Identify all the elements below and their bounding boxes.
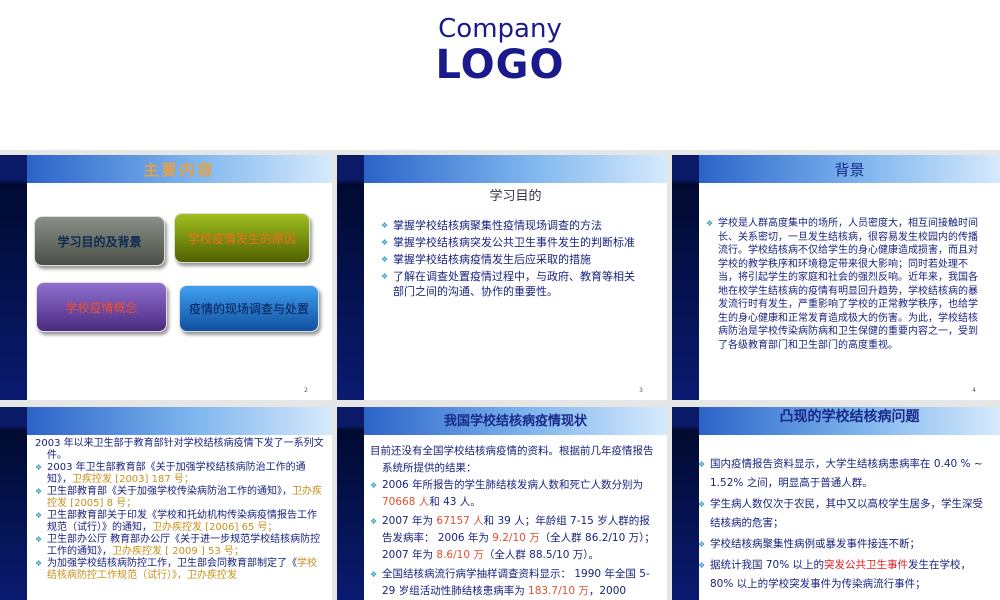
slide-body: 2003 年以来卫生部于教育部针对学校结核病疫情下发了一系列文件。 2003 年… xyxy=(35,438,326,582)
bullet-item: 2006 年所报告的学生肺结核发病人数和死亡人数分别为 70668 人和 43 … xyxy=(370,477,655,511)
slide-header xyxy=(364,155,667,183)
slide-thumbnail-3[interactable]: 学习目的 掌握学校结核病聚集性疫情现场调查的方法 掌握学校结核病突发公共卫生事件… xyxy=(337,155,667,400)
bullet-item: 2007 年为 67157 人和 39 人；年龄组 7-15 岁人群的报告发病率… xyxy=(370,513,655,564)
slide-title: 主要内容 xyxy=(27,155,332,185)
slide-number: 3 xyxy=(639,387,643,394)
bullet-item: 学校结核病聚集性病例或暴发事件接连不断； xyxy=(698,535,984,554)
slide-side-bar xyxy=(0,155,27,400)
bullet-list: 2006 年所报告的学生肺结核发病人数和死亡人数分别为 70668 人和 43 … xyxy=(370,477,655,600)
bullet-item: 国内疫情报告资料显示，大学生结核病患病率在 0.40 % ~ 1.52% 之间，… xyxy=(698,455,984,493)
slide-title: 我国学校结核病疫情现状 xyxy=(364,407,667,437)
bullet-item: 学校是人群高度集中的场所，人员密度大，相互间接触时间长、关系密切，一旦发生结核病… xyxy=(706,217,986,352)
slide-side-bar xyxy=(0,407,27,600)
slide-side-bar xyxy=(672,407,699,600)
intro-text: 目前还没有全国学校结核病疫情的资料。根据前几年疫情报告系统所提供的结果： xyxy=(370,443,655,477)
slide-thumbnail-6[interactable]: 我国学校结核病疫情现状 目前还没有全国学校结核病疫情的资料。根据前几年疫情报告系… xyxy=(337,407,667,600)
bullet-item: 掌握学校结核病疫情发生后应采取的措施 xyxy=(381,252,637,267)
slide-side-bar xyxy=(337,407,364,600)
slide-body: 目前还没有全国学校结核病疫情的资料。根据前几年疫情报告系统所提供的结果： 200… xyxy=(370,443,655,600)
slide-title: 凸现的学校结核病问题 xyxy=(699,407,1000,427)
content-box: 学校疫情发生的原因 xyxy=(174,213,310,263)
bullet-item: 卫生部教育部《关于加强学校传染病防治工作的通知》，卫办疾控发 [2005] 8 … xyxy=(35,486,326,510)
slide-thumbnail-5[interactable]: 2003 年以来卫生部于教育部针对学校结核病疫情下发了一系列文件。 2003 年… xyxy=(0,407,332,600)
bullet-list: 学校是人群高度集中的场所，人员密度大，相互间接触时间长、关系密切，一旦发生结核病… xyxy=(706,217,986,354)
slide-thumbnail-7[interactable]: 凸现的学校结核病问题 国内疫情报告资料显示，大学生结核病患病率在 0.40 % … xyxy=(672,407,1000,600)
bullet-item: 为加强学校结核病防控工作，卫生部会同教育部制定了《学校结核病防控工作规范（试行）… xyxy=(35,558,326,582)
title-slide[interactable]: Company LOGO xyxy=(0,0,1000,150)
slide-header: 背景 xyxy=(699,155,1000,183)
bullet-list: 2003 年卫生部教育部《关于加强学校结核病防治工作的通知》，卫疾控发 [200… xyxy=(35,462,326,582)
bullet-list: 国内疫情报告资料显示，大学生结核病患病率在 0.40 % ~ 1.52% 之间，… xyxy=(698,455,984,596)
bullet-item: 卫生部办公厅 教育部办公厅《关于进一步规范学校结核病防控工作的通知》，卫办疾控发… xyxy=(35,534,326,558)
intro-text: 2003 年以来卫生部于教育部针对学校结核病疫情下发了一系列文件。 xyxy=(35,438,326,462)
logo-text: LOGO xyxy=(0,42,1000,88)
bullet-item: 据统计我国 70% 以上的突发公共卫生事件发生在学校，80% 以上的学校突发事件… xyxy=(698,556,984,594)
content-box: 疫情的现场调查与处置 xyxy=(179,285,319,332)
slide-header: 主要内容 xyxy=(27,155,332,183)
slide-thumbnail-4[interactable]: 背景 学校是人群高度集中的场所，人员密度大，相互间接触时间长、关系密切，一旦发生… xyxy=(672,155,1000,400)
bullet-item: 卫生部教育部关于印发《学校和托幼机构传染病疫情报告工作规范（试行）》的通知，卫办… xyxy=(35,510,326,534)
slide-header: 我国学校结核病疫情现状 xyxy=(364,407,667,435)
content-box: 学校疫情概念 xyxy=(36,282,167,332)
slide-thumbnail-2[interactable]: 主要内容 学习目的及背景 学校疫情发生的原因 学校疫情概念 疫情的现场调查与处置… xyxy=(0,155,332,400)
bullet-item: 掌握学校结核病突发公共卫生事件发生的判断标准 xyxy=(381,235,637,250)
slide-side-bar xyxy=(672,155,699,400)
bullet-list: 掌握学校结核病聚集性疫情现场调查的方法 掌握学校结核病突发公共卫生事件发生的判断… xyxy=(381,218,637,301)
slide-subtitle: 学习目的 xyxy=(364,185,667,204)
content-box: 学习目的及背景 xyxy=(34,216,165,266)
slide-title: 背景 xyxy=(699,155,1000,185)
bullet-item: 了解在调查处置疫情过程中，与政府、教育等相关部门之间的沟通、协作的重要性。 xyxy=(381,269,637,299)
slide-side-bar xyxy=(337,155,364,400)
slide-number: 4 xyxy=(972,387,976,394)
bullet-item: 全国结核病流行病学抽样调查资料显示： 1990 年全国 5-29 岁组活动性肺结… xyxy=(370,566,655,600)
slide-sorter: 主要内容 学习目的及背景 学校疫情发生的原因 学校疫情概念 疫情的现场调查与处置… xyxy=(0,150,1000,600)
slide-number: 2 xyxy=(304,387,308,394)
bullet-item: 2003 年卫生部教育部《关于加强学校结核病防治工作的通知》，卫疾控发 [200… xyxy=(35,462,326,486)
slide-header xyxy=(27,407,332,435)
logo-company: Company xyxy=(0,14,1000,44)
bullet-item: 掌握学校结核病聚集性疫情现场调查的方法 xyxy=(381,218,637,233)
bullet-item: 学生病人数仅次于农民，其中又以高校学生居多，学生深受结核病的危害； xyxy=(698,495,984,533)
slide-header: 凸现的学校结核病问题 xyxy=(699,407,1000,435)
